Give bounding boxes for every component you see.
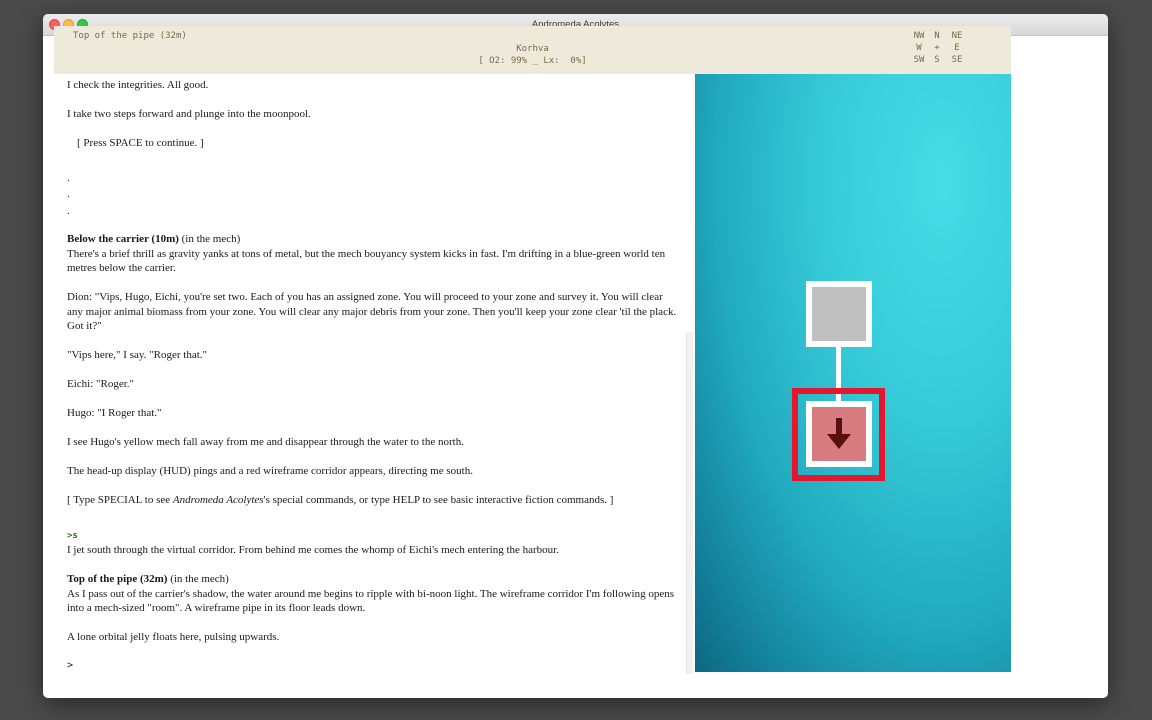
compass-ne: NE xyxy=(951,31,963,41)
command-input[interactable]: > xyxy=(67,659,677,674)
story-text: I jet south through the virtual corridor… xyxy=(67,544,559,556)
ellipsis-separator: . . . xyxy=(67,169,677,219)
compass-n: N xyxy=(934,31,940,41)
compass-sw: SW xyxy=(913,55,925,65)
status-bar: Top of the pipe (32m) Korhva [ O2: 99% _… xyxy=(54,26,1011,74)
status-character: Korhva xyxy=(516,44,549,54)
continue-prompt: [ Press SPACE to continue. ] xyxy=(77,137,204,149)
story-paragraph: I see Hugo's yellow mech fall away from … xyxy=(67,436,464,448)
story-paragraph: A lone orbital jelly floats here, pulsin… xyxy=(67,631,280,643)
room-fill xyxy=(812,287,866,341)
transcript-scrollbar[interactable] xyxy=(686,332,693,674)
hint-text: 's special commands, or type HELP to see… xyxy=(263,494,614,506)
room-heading: Below the carrier (10m) xyxy=(67,233,179,245)
map-panel xyxy=(695,74,1011,672)
room-description: Below the carrier (10m) (in the mech) Th… xyxy=(67,232,677,276)
story-paragraph: I check the integrities. All good. xyxy=(67,79,209,91)
hint-text: [ Type SPECIAL to see xyxy=(67,494,173,506)
separator-dot: . xyxy=(67,188,70,200)
room-description: Top of the pipe (32m) (in the mech) As I… xyxy=(67,572,677,616)
down-arrow-icon xyxy=(827,418,851,449)
compass-nw: NW xyxy=(913,31,925,41)
story-transcript: I check the integrities. All good. I tak… xyxy=(67,78,677,688)
command-echo: >s I jet south through the virtual corri… xyxy=(67,528,677,558)
story-paragraph: Dion: "Vips, Hugo, Eichi, you're set two… xyxy=(67,291,677,332)
map-room-visited xyxy=(806,281,872,347)
story-paragraph: "Vips here," I say. "Roger that." xyxy=(67,349,207,361)
story-paragraph: The head-up display (HUD) pings and a re… xyxy=(67,465,473,477)
special-hint: [ Type SPECIAL to see Andromeda Acolytes… xyxy=(67,493,677,508)
compass-se: SE xyxy=(951,55,963,65)
status-stats: [ O2: 99% _ Lx: 0%] xyxy=(478,56,587,66)
compass-center: + xyxy=(934,43,940,53)
room-heading-suffix: (in the mech) xyxy=(178,233,241,245)
status-center: Korhva [ O2: 99% _ Lx: 0%] xyxy=(54,43,1011,67)
compass-w: W xyxy=(916,43,922,53)
compass-e: E xyxy=(954,43,960,53)
compass-s: S xyxy=(934,55,940,65)
room-text: As I pass out of the carrier's shadow, t… xyxy=(67,587,674,615)
player-command: >s xyxy=(67,530,78,541)
status-location: Top of the pipe (32m) xyxy=(73,31,187,41)
game-name: Andromeda Acolytes xyxy=(172,494,264,506)
compass-rose: NW N NE W + E SW S SE xyxy=(910,31,968,67)
room-heading-suffix: (in the mech) xyxy=(167,573,229,585)
room-text: There's a brief thrill as gravity yanks … xyxy=(67,247,666,275)
story-paragraph: Eichi: "Roger." xyxy=(67,378,135,390)
story-paragraph: Hugo: "I Roger that." xyxy=(67,407,162,419)
story-paragraph: I take two steps forward and plunge into… xyxy=(67,108,311,120)
room-heading: Top of the pipe (32m) xyxy=(67,573,168,585)
separator-dot: . xyxy=(67,171,70,184)
separator-dot: . xyxy=(67,204,70,217)
map-room-current xyxy=(806,401,872,467)
